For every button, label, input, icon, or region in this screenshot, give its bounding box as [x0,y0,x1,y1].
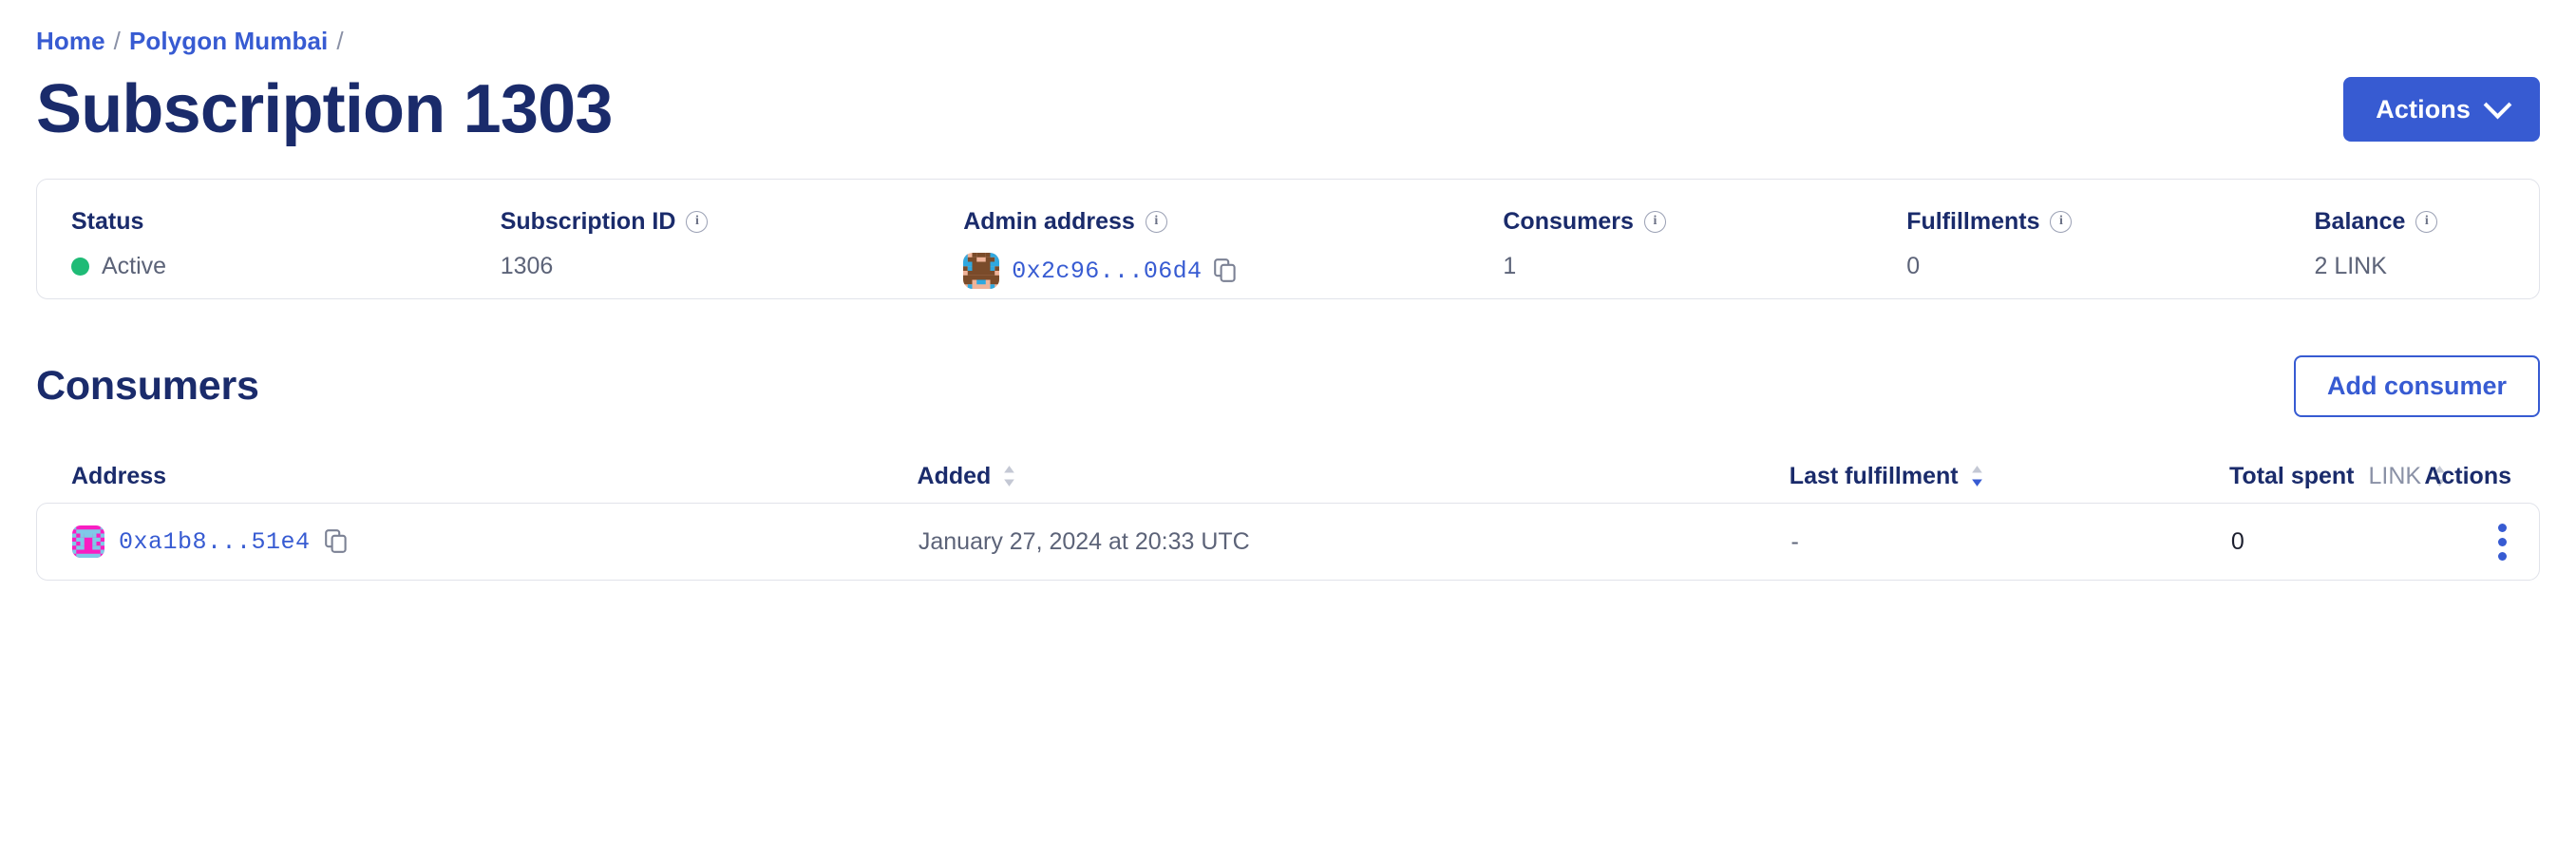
page-header: Subscription 1303 Actions [36,66,2540,153]
stat-status: Status Active [37,208,466,280]
sort-icon-active[interactable] [1970,465,1984,487]
column-header-actions: Actions [2424,463,2529,490]
stat-consumers-label-row: Consumers i [1503,208,1872,236]
consumers-title: Consumers [36,362,259,409]
column-header-added[interactable]: Added [894,463,1766,490]
stat-consumers-value: 1 [1503,253,1517,279]
breadcrumb-separator-2: / [336,27,344,55]
add-consumer-button[interactable]: Add consumer [2293,354,2540,417]
info-icon[interactable]: i [1643,211,1666,233]
actions-button[interactable]: Actions [2343,77,2540,142]
info-icon[interactable]: i [2050,211,2073,233]
stat-status-label: Status [71,208,144,235]
stat-fulfillments-label: Fulfillments [1906,208,2040,235]
breadcrumb-item-network[interactable]: Polygon Mumbai [129,27,328,56]
status-badge: Active [102,253,167,279]
sort-icon[interactable] [1002,465,1016,487]
row-actions-menu-icon[interactable] [2494,520,2510,564]
info-icon[interactable]: i [686,211,709,233]
stat-balance-value: 2 LINK [2314,253,2387,279]
info-icon[interactable]: i [1145,211,1167,233]
stat-consumers-label: Consumers [1503,208,1634,235]
copy-icon[interactable] [1214,258,1237,283]
column-header-total-spent-unit: LINK [2368,462,2422,489]
cell-total-spent: 0 [2230,527,2245,555]
consumers-table-header: Address Added Last fulfillment Total spe… [36,449,2540,503]
chevron-down-icon [2483,90,2512,119]
consumer-identicon-avatar [72,525,104,558]
actions-button-label: Actions [2376,94,2471,124]
column-header-last-fulfillment[interactable]: Last fulfillment [1766,463,2206,490]
stat-balance-label-row: Balance i [2314,208,2539,236]
stat-subscription-id-label: Subscription ID [500,208,676,235]
stat-status-label-row: Status [71,208,466,236]
stat-fulfillments-label-row: Fulfillments i [1906,208,2280,236]
status-dot-icon [71,258,89,276]
stat-admin-address-label-row: Admin address i [963,208,1468,236]
subscription-detail-page: Home / Polygon Mumbai / Subscription 130… [0,0,2576,859]
column-header-total-spent-label: Total spent [2229,462,2355,489]
cell-actions [2424,520,2528,564]
consumers-table: Address Added Last fulfillment Total spe… [36,449,2540,581]
column-header-last-fulfillment-label: Last fulfillment [1789,462,1959,489]
table-row: 0xa1b8...51e4 January 27, 2024 at 20:33 … [36,503,2540,581]
column-header-added-label: Added [917,462,992,489]
cell-last-fulfillment: - [1790,527,1799,555]
stat-balance-label: Balance [2314,208,2406,235]
consumer-address-link[interactable]: 0xa1b8...51e4 [119,528,311,556]
stat-admin-address-value-row: 0x2c96...06d4 [963,253,1468,289]
admin-address-link[interactable]: 0x2c96...06d4 [1012,258,1202,285]
breadcrumb: Home / Polygon Mumbai / [36,0,2540,56]
stat-admin-address: Admin address i 0x2c96...06d4 [929,208,1468,289]
info-icon[interactable]: i [2415,211,2438,233]
breadcrumb-separator: / [113,27,121,55]
stat-subscription-id-label-row: Subscription ID i [501,208,930,236]
breadcrumb-item-home[interactable]: Home [36,27,105,56]
column-header-address-label: Address [71,462,167,489]
subscription-summary-card: Status Active Subscription ID i 1306 Adm… [36,179,2540,299]
column-header-address: Address [47,463,894,490]
cell-added: January 27, 2024 at 20:33 UTC [918,527,1250,555]
admin-identicon-avatar [963,253,1000,289]
consumers-section-header: Consumers Add consumer [36,354,2540,417]
stat-consumers: Consumers i 1 [1468,208,1872,280]
stat-subscription-id: Subscription ID i 1306 [466,208,930,280]
stat-fulfillments: Fulfillments i 0 [1872,208,2280,280]
stat-fulfillments-value: 0 [1906,253,1921,279]
cell-address: 0xa1b8...51e4 [48,525,895,558]
stat-balance: Balance i 2 LINK [2280,208,2539,280]
copy-icon[interactable] [324,529,348,554]
stat-subscription-id-value: 1306 [500,253,554,279]
stat-admin-address-label: Admin address [963,208,1135,235]
column-header-actions-label: Actions [2424,462,2512,489]
page-title: Subscription 1303 [36,71,613,147]
stat-status-value-row: Active [71,253,466,280]
column-header-total-spent[interactable]: Total spent LINK [2206,462,2445,490]
